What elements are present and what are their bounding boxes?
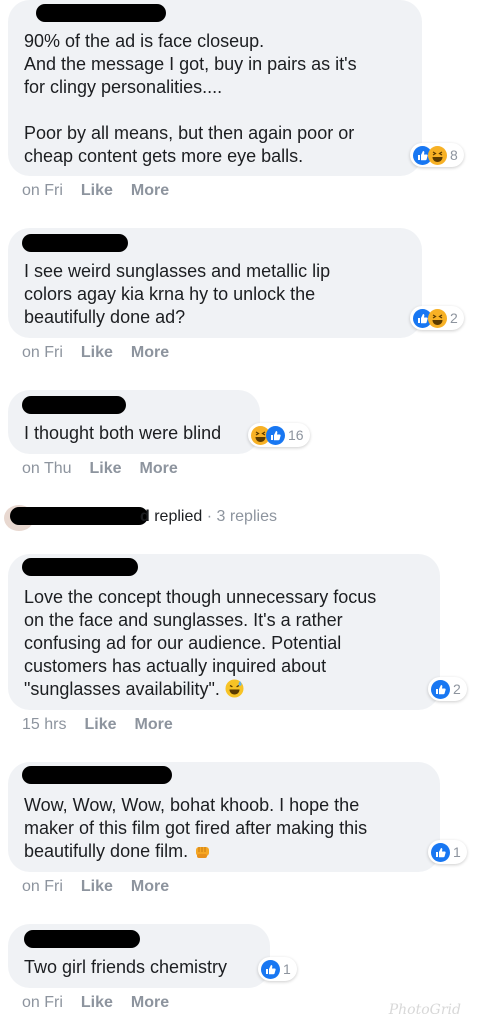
comment-text: I see weird sunglasses and metallic lip … [24,261,331,327]
like-button[interactable]: Like [81,344,113,361]
comment-text: I thought both were blind [24,423,222,443]
reaction-summary[interactable]: 1 [258,957,297,981]
comment-actions: on Fri Like More [22,994,169,1012]
reaction-count: 2 [453,681,461,697]
haha-reaction-icon [428,145,447,165]
more-button[interactable]: More [131,878,169,895]
comment-time[interactable]: on Fri [22,182,63,199]
like-button[interactable]: Like [84,716,116,733]
like-reaction-icon [431,842,450,862]
replies-summary: d replied · 3 replies [140,508,277,525]
reaction-count: 2 [450,310,458,326]
comment-bubble: Love the concept though unnecessary focu… [8,554,440,710]
more-button[interactable]: More [131,182,169,199]
redacted-author-name [22,234,128,252]
comment-time[interactable]: on Fri [22,994,63,1011]
comment-text: Wow, Wow, Wow, bohat khoob. I hope the m… [24,795,368,861]
comment-time[interactable]: 15 hrs [22,716,66,733]
more-button[interactable]: More [134,716,172,733]
replies-row[interactable]: d replied · 3 replies [0,503,300,531]
comment-text: Love the concept though unnecessary focu… [24,587,377,699]
reaction-summary[interactable]: 2 [410,306,464,330]
more-button[interactable]: More [140,460,178,477]
comment-actions: on Fri Like More [22,344,169,362]
comment-time[interactable]: on Fri [22,878,63,895]
redacted-author-name [36,4,166,22]
replies-count[interactable]: 3 replies [216,508,276,525]
comment-bubble: Two girl friends chemistry [8,924,270,988]
redacted-author-name [10,507,148,525]
more-button[interactable]: More [131,344,169,361]
reaction-count: 8 [450,147,458,163]
reaction-summary[interactable]: 8 [410,143,464,167]
redacted-author-name [24,930,140,948]
reaction-count: 1 [283,961,291,977]
haha-reaction-icon [428,308,447,328]
redacted-author-name [22,558,138,576]
comment-text: Two girl friends chemistry [24,957,228,977]
comment-bubble: Wow, Wow, Wow, bohat khoob. I hope the m… [8,762,440,872]
grinning-sweat-emoji-icon [225,679,244,698]
comment-text: 90% of the ad is face closeup. And the m… [24,31,357,166]
reaction-count: 1 [453,844,461,860]
reaction-summary[interactable]: 16 [248,423,310,447]
comment-bubble: 90% of the ad is face closeup. And the m… [8,0,422,176]
comment-bubble: I see weird sunglasses and metallic lip … [8,228,422,338]
fist-emoji-icon [193,841,212,860]
comment-actions: on Fri Like More [22,182,169,200]
like-reaction-icon [261,959,280,979]
watermark: PhotoGrid [388,1002,461,1018]
more-button[interactable]: More [131,994,169,1011]
like-button[interactable]: Like [81,878,113,895]
reaction-summary[interactable]: 1 [428,840,467,864]
like-reaction-icon [431,679,450,699]
redacted-author-name [22,396,126,414]
like-button[interactable]: Like [81,994,113,1011]
reaction-count: 16 [288,427,304,443]
comment-actions: 15 hrs Like More [22,716,173,734]
redacted-author-name [22,766,172,784]
comment-time[interactable]: on Fri [22,344,63,361]
comment-actions: on Thu Like More [22,460,178,478]
comment-actions: on Fri Like More [22,878,169,896]
comment-bubble: I thought both were blind [8,390,260,454]
like-reaction-icon [266,425,285,445]
replied-label: replied [149,508,203,525]
reply-author-suffix: d [140,508,150,525]
reaction-summary[interactable]: 2 [428,677,467,701]
like-button[interactable]: Like [90,460,122,477]
comment-time[interactable]: on Thu [22,460,72,477]
like-button[interactable]: Like [81,182,113,199]
